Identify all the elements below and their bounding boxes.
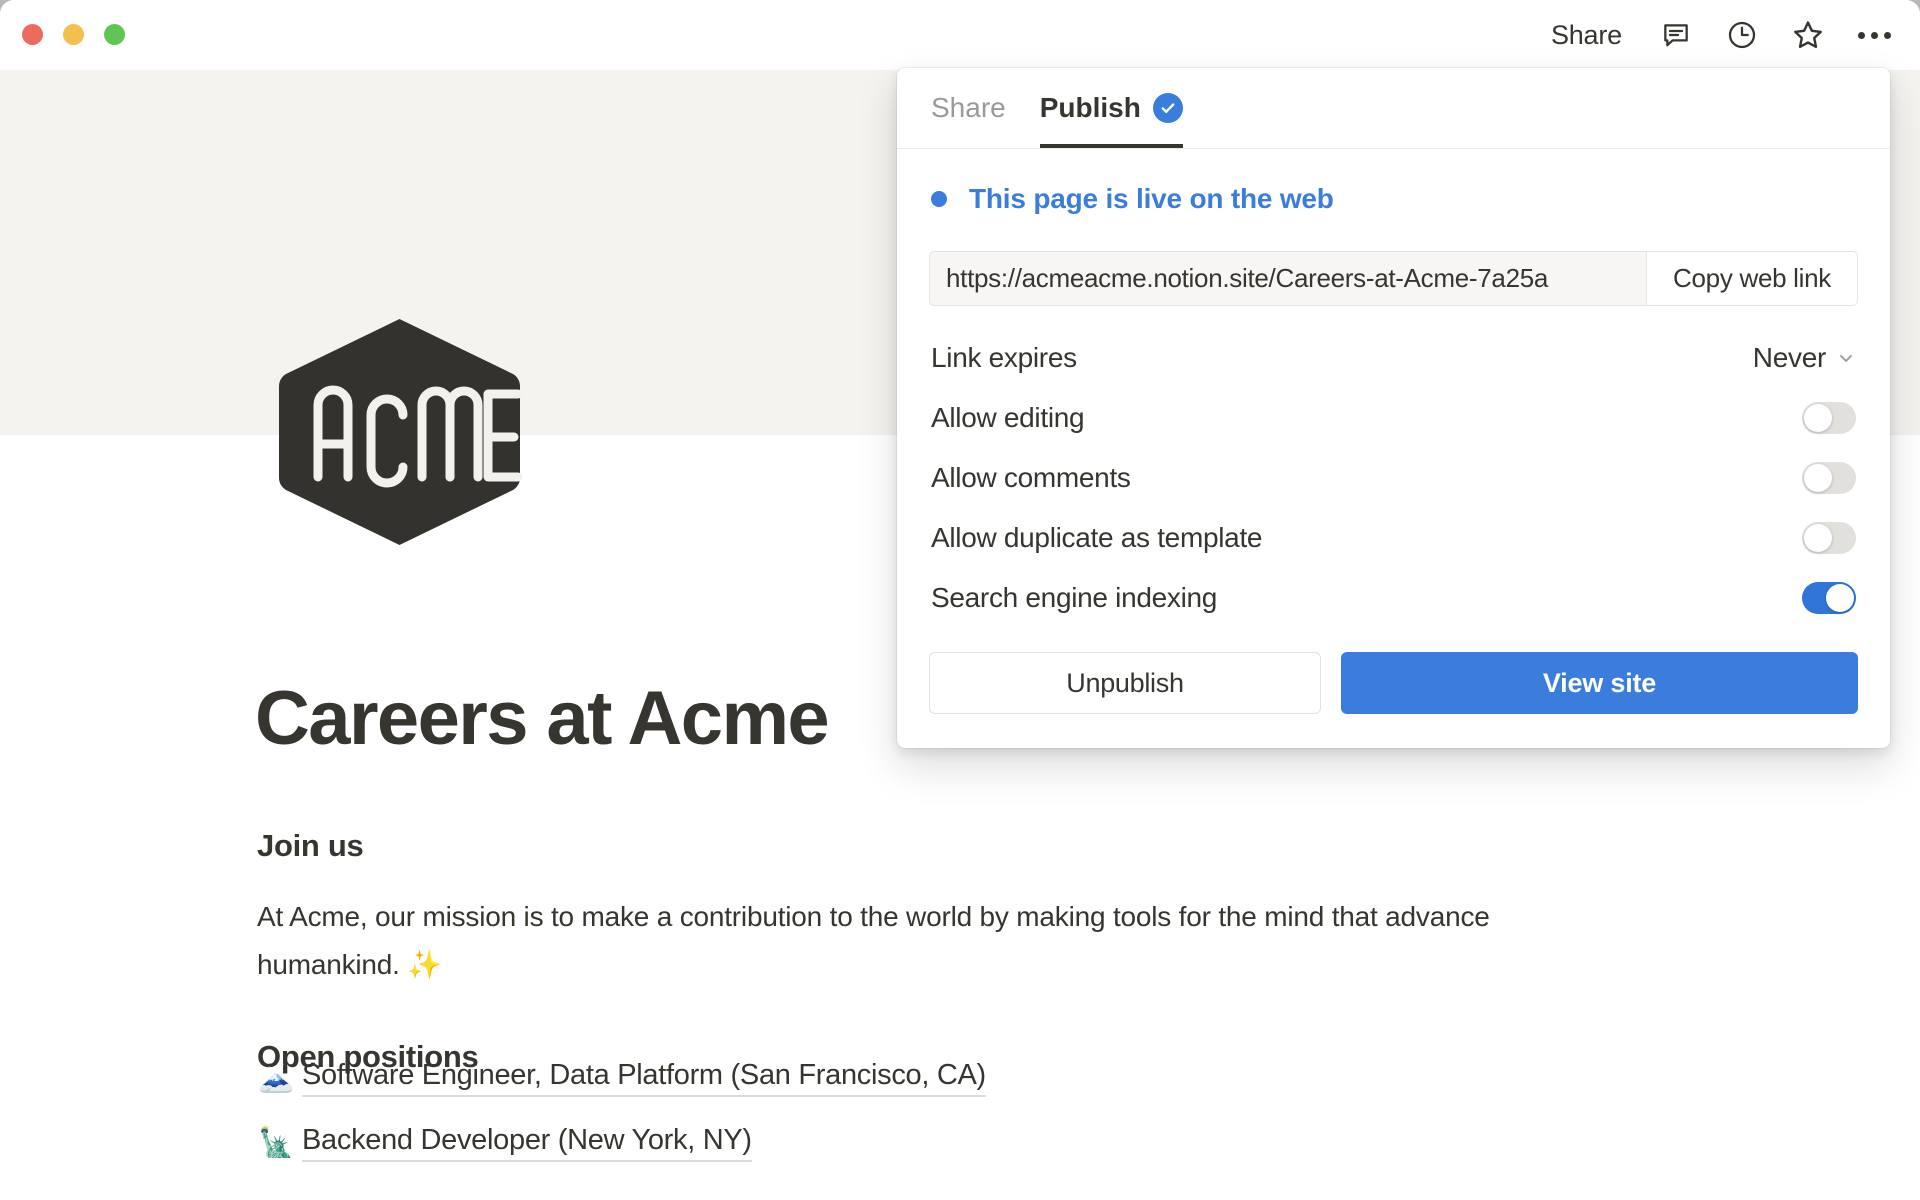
live-status-row: This page is live on the web <box>897 149 1890 215</box>
window-titlebar: Share <box>0 0 1920 70</box>
job-link[interactable]: Software Engineer, Data Platform (San Fr… <box>302 1059 986 1097</box>
search-engine-indexing-toggle[interactable] <box>1802 582 1856 614</box>
setting-label: Link expires <box>931 342 1077 373</box>
job-link[interactable]: Backend Developer (New York, NY) <box>302 1124 752 1162</box>
setting-label: Allow editing <box>931 402 1085 433</box>
allow-duplicate-as-template-toggle[interactable] <box>1802 522 1856 554</box>
live-status-dot <box>931 191 947 207</box>
link-expires-select[interactable]: Never <box>1753 342 1856 374</box>
published-url-row: Copy web link <box>929 251 1858 306</box>
setting-row-link-expires: Link expires Never <box>931 328 1856 388</box>
dialog-action-buttons: Unpublish View site <box>897 628 1890 748</box>
chevron-down-icon <box>1840 355 1852 362</box>
page-title: Careers at Acme <box>255 675 830 761</box>
comment-icon[interactable] <box>1658 17 1694 53</box>
published-url-input[interactable] <box>929 251 1647 306</box>
allow-comments-toggle[interactable] <box>1802 462 1856 494</box>
link-expires-value: Never <box>1752 342 1827 373</box>
titlebar-actions: Share <box>1545 0 1892 70</box>
published-check-icon <box>1152 93 1183 123</box>
more-options-icon[interactable] <box>1856 17 1892 53</box>
publish-settings-list: Link expires Never Allow editing Allow c… <box>897 306 1890 628</box>
app-window: Share Careers at Acme Join us At Acme, o… <box>0 0 1920 1200</box>
share-button[interactable]: Share <box>1545 16 1628 55</box>
copy-web-link-button[interactable]: Copy web link <box>1646 251 1858 306</box>
traffic-light-controls <box>22 24 125 45</box>
minimize-window-button[interactable] <box>63 24 84 45</box>
statue-of-liberty-emoji: 🗽 <box>258 1126 295 1159</box>
maximize-window-button[interactable] <box>104 24 125 45</box>
setting-row-search-engine-indexing: Search engine indexing <box>931 568 1856 628</box>
setting-label: Search engine indexing <box>931 582 1218 613</box>
tab-share[interactable]: Share <box>931 68 1006 148</box>
close-window-button[interactable] <box>22 24 43 45</box>
setting-row-allow-comments: Allow comments <box>931 448 1856 508</box>
tab-share-label: Share <box>931 92 1006 123</box>
toggle-knob <box>1804 464 1832 492</box>
allow-editing-toggle[interactable] <box>1802 402 1856 434</box>
unpublish-button[interactable]: Unpublish <box>929 652 1321 714</box>
job-list-item[interactable]: 🗻 Software Engineer, Data Platform (San … <box>258 1059 986 1097</box>
page-icon-acme-logo[interactable] <box>272 317 527 547</box>
tab-publish[interactable]: Publish <box>1039 68 1183 148</box>
setting-row-allow-duplicate-as-template: Allow duplicate as template <box>931 508 1856 568</box>
setting-label: Allow comments <box>931 462 1131 493</box>
history-clock-icon[interactable] <box>1724 17 1760 53</box>
setting-label: Allow duplicate as template <box>931 522 1263 553</box>
toggle-knob <box>1826 584 1854 612</box>
job-list-item[interactable]: 🗽 Backend Developer (New York, NY) <box>258 1124 752 1162</box>
tab-publish-label: Publish <box>1039 92 1141 123</box>
toggle-knob <box>1804 524 1832 552</box>
section-heading-join-us: Join us <box>257 827 364 863</box>
live-status-text: This page is live on the web <box>969 183 1334 214</box>
mission-paragraph: At Acme, our mission is to make a contri… <box>257 901 1490 980</box>
toggle-knob <box>1804 404 1832 432</box>
view-site-button[interactable]: View site <box>1341 652 1858 714</box>
mount-fuji-emoji: 🗻 <box>258 1061 295 1094</box>
publish-dialog: Share Publish This page is live on the w… <box>897 68 1890 748</box>
dialog-tab-bar: Share Publish <box>897 68 1890 149</box>
star-icon[interactable] <box>1790 17 1826 53</box>
setting-row-allow-editing: Allow editing <box>931 388 1856 448</box>
